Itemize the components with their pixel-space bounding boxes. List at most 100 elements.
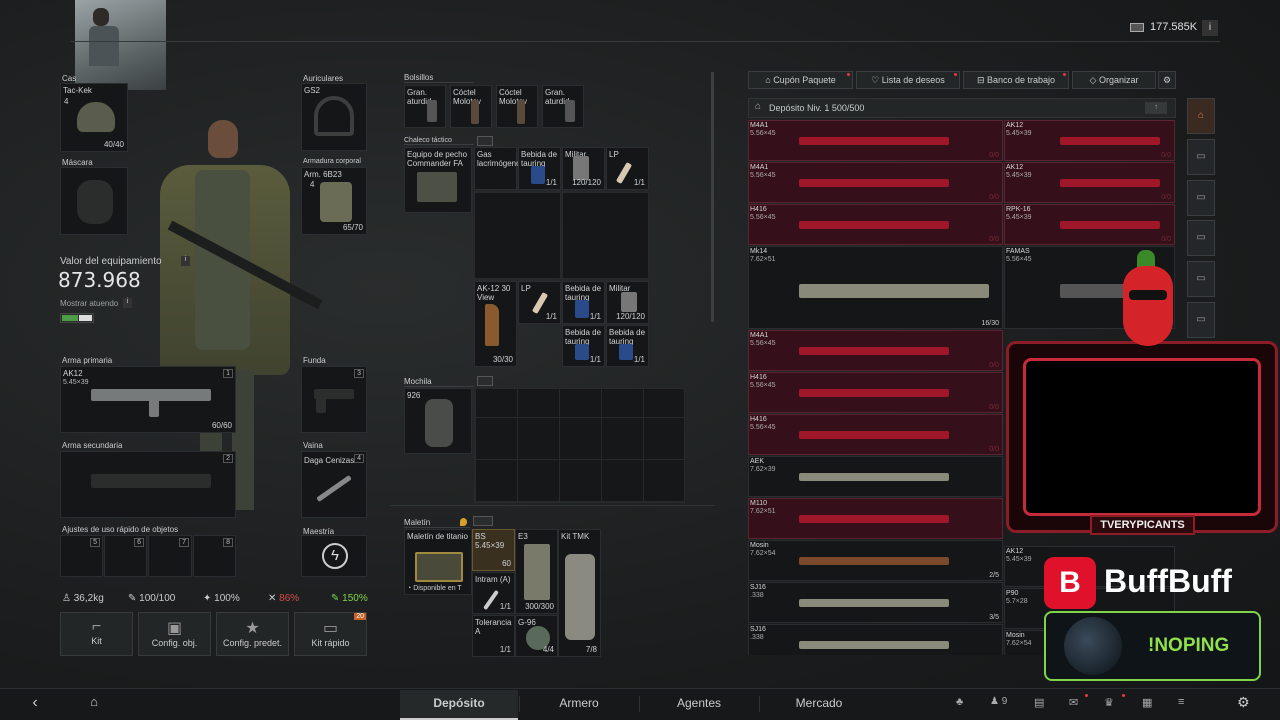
trophy-button[interactable]: ♛ — [1104, 696, 1114, 709]
stash-weapon-item[interactable]: M4A1 5.56×45 0/0 — [748, 330, 1003, 371]
quick-slot-8[interactable]: 8 — [193, 535, 236, 577]
stash-weapon-item[interactable]: H416 5.56×45 0/0 — [748, 372, 1003, 413]
quick-kit-button[interactable]: ▭ Kit rápido 20 — [294, 612, 367, 656]
mail-button[interactable]: ✉ — [1069, 696, 1078, 709]
vest-item-5[interactable]: AK-12 30 View 30/30 — [474, 281, 517, 367]
stash-weapon-item[interactable]: Mosin 7.62×54 2/5 — [748, 540, 1003, 581]
tab-agentes[interactable]: Agentes — [640, 690, 758, 720]
case-item-3[interactable]: Kit TMK 7/8 — [558, 529, 601, 657]
vest-item-7[interactable]: Bebida de tauring 1/1 — [562, 281, 605, 324]
case-item-count: 300/300 — [525, 602, 554, 611]
tasks-button[interactable]: ▦ — [1142, 696, 1152, 709]
weapon-caliber: 5.56×45 — [750, 172, 776, 179]
stash-weapon-item[interactable]: AK12 5.45×39 0/0 — [1004, 162, 1175, 203]
stash-weapon-item[interactable]: RPK-16 5.45×39 0/0 — [1004, 204, 1175, 245]
stash-left-column: M4A1 5.56×45 0/0 M4A1 5.56×45 0/0 H416 5.56×45 0… — [748, 120, 1004, 655]
stash-weapon-item[interactable]: AK12 5.45×39 0/0 — [1004, 120, 1175, 161]
vest-item-6[interactable]: LP 1/1 — [518, 281, 561, 324]
energy-value: 150% — [342, 593, 368, 604]
mastery-slot[interactable]: ϟ — [301, 535, 367, 577]
notification-dot — [1063, 73, 1066, 76]
vest-item-name: LP — [521, 284, 531, 293]
quick-slot-7[interactable]: 7 — [148, 535, 192, 577]
vest-item-4[interactable]: LP 1/1 — [606, 147, 649, 190]
primary-slot-number: 1 — [223, 369, 233, 378]
team-button[interactable]: ♣ — [956, 696, 963, 708]
secondary-weapon-slot[interactable]: 2 — [60, 451, 236, 518]
pocket-slot-4[interactable]: Gran. aturdid — [542, 85, 584, 128]
stash-weapon-item[interactable]: SJ16.338 — [748, 624, 1003, 655]
tab-mercado[interactable]: Mercado — [760, 690, 878, 720]
stash-weapon-item[interactable]: M4A1 5.56×45 0/0 — [748, 120, 1003, 161]
primary-weapon-slot[interactable]: AK12 5.45×39 1 60/60 — [60, 366, 236, 433]
stash-tab-2[interactable]: ▭ — [1187, 139, 1215, 175]
case-item-2[interactable]: E3 300/300 — [515, 529, 558, 614]
middle-scrollbar[interactable] — [711, 72, 714, 322]
backpack-slot[interactable]: 926 — [404, 388, 472, 454]
case-item-4[interactable]: Intram (A) 1/1 — [472, 572, 515, 614]
brand-logo: B BuffBuff — [1042, 555, 1262, 610]
stash-tab-6[interactable]: ▭ — [1187, 302, 1215, 338]
mask-slot[interactable] — [60, 167, 128, 235]
vest-item-9[interactable]: Bebida de tauring 1/1 — [562, 325, 605, 367]
workbench-button[interactable]: ⊟ Banco de trabajo — [963, 71, 1069, 89]
quick-slot-6[interactable]: 6 — [104, 535, 147, 577]
vest-slot[interactable]: Equipo de pecho Commander FA — [404, 147, 472, 213]
pocket-slot-3[interactable]: Cóctel Molotov — [496, 85, 538, 128]
case-item-5[interactable]: Tolerancia A 1/1 — [472, 615, 515, 657]
home-button[interactable]: ⌂ — [82, 694, 106, 714]
config-preset-button[interactable]: ★ Config. predet. — [216, 612, 289, 656]
friends-button[interactable]: ♟ 9 — [990, 696, 1007, 707]
stash-tab-home[interactable]: ⌂ — [1187, 98, 1215, 134]
stash-tab-5[interactable]: ▭ — [1187, 261, 1215, 297]
stash-weapon-item[interactable]: H416 5.56×45 0/0 — [748, 204, 1003, 245]
hp-stat: ✎ 100/100 — [128, 593, 175, 604]
vest-empty-cell[interactable] — [562, 192, 649, 279]
stash-tab-3[interactable]: ▭ — [1187, 180, 1215, 216]
vest-item-8[interactable]: Militar 120/120 — [606, 281, 649, 324]
stash-weapon-item[interactable]: AEK 7.62×39 — [748, 456, 1003, 497]
tab-deposito[interactable]: Depósito — [400, 690, 518, 720]
config-items-button[interactable]: ▣ Config. obj. — [138, 612, 211, 656]
helmet-slot[interactable]: Tac-Kek 4 40/40 — [60, 83, 128, 152]
vest-item-10[interactable]: Bebida de tauring 1/1 — [606, 325, 649, 367]
pocket-slot-2[interactable]: Cóctel Molotov — [450, 85, 492, 128]
show-gear-info-icon[interactable]: i — [123, 298, 132, 308]
stash-weapon-item[interactable]: M110 7.62×51 — [748, 498, 1003, 539]
vest-item-2[interactable]: Bebida de tauring 1/1 — [518, 147, 561, 190]
stash-weapon-item[interactable]: SJ16.338 3/5 — [748, 582, 1003, 623]
stash-tab-4[interactable]: ▭ — [1187, 220, 1215, 256]
currency-amount: 177.585K — [1150, 21, 1198, 33]
vest-item-1[interactable]: Gas lacrimógeno — [474, 147, 521, 190]
weapon-icon — [1060, 221, 1160, 229]
stash-weapon-item[interactable]: Mk14 7.62×51 16/30 — [748, 246, 1003, 329]
chat-button[interactable]: ▤ — [1034, 696, 1044, 709]
vest-empty-cell[interactable] — [474, 192, 561, 279]
case-item-6[interactable]: G-96 4/4 — [515, 615, 558, 657]
settings-button[interactable]: ⚙ — [1237, 694, 1250, 711]
stash-weapon-item[interactable]: H416 5.56×45 0/0 — [748, 414, 1003, 455]
organize-button[interactable]: ◇ Organizar — [1072, 71, 1156, 89]
holster-slot[interactable]: 3 — [301, 366, 367, 433]
pocket-slot-1[interactable]: Gran. aturdid — [404, 85, 446, 128]
menu-button[interactable]: ≡ — [1178, 696, 1184, 708]
back-button[interactable]: ‹ — [22, 694, 48, 714]
quick-slot-5[interactable]: 5 — [60, 535, 103, 577]
stash-collapse-button[interactable]: ↑ — [1145, 102, 1167, 114]
stash-settings-button[interactable]: ⚙ — [1158, 71, 1176, 89]
vest-item-3[interactable]: Militar 120/120 — [562, 147, 605, 190]
wishlist-button[interactable]: ♡ Lista de deseos — [856, 71, 960, 89]
currency-info-button[interactable]: i — [1202, 20, 1218, 36]
case-item-1[interactable]: BS 5.45×39 60 — [472, 529, 515, 571]
sheath-slot[interactable]: Daga Cenizas 4 — [301, 451, 367, 518]
show-gear-toggle[interactable] — [60, 313, 94, 323]
case-slot[interactable]: Maletín de titanio ◔ Disponible en T — [404, 529, 472, 595]
stash-weapon-item[interactable]: M4A1 5.56×45 0/0 — [748, 162, 1003, 203]
gear-value-info-icon[interactable]: i — [181, 256, 190, 266]
coupon-package-button[interactable]: ⌂ Cupón Paquete — [748, 71, 853, 89]
tab-divider — [759, 696, 760, 712]
kit-button[interactable]: ⌐ Kit — [60, 612, 133, 656]
tab-armero[interactable]: Armero — [520, 690, 638, 720]
case-item-name: G-96 — [518, 618, 536, 627]
backpack-grid[interactable] — [474, 388, 685, 503]
